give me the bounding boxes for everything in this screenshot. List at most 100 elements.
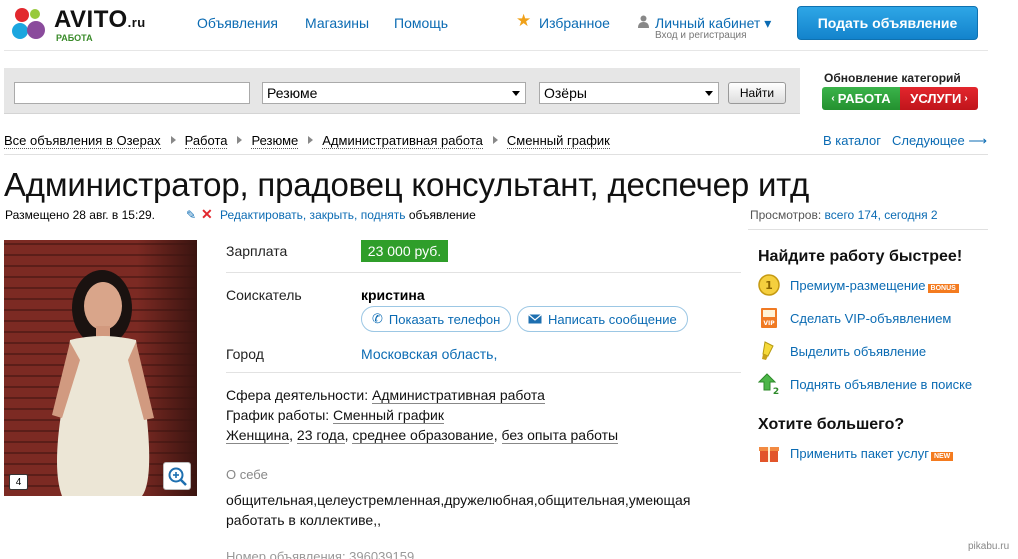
star-icon: ★ [516, 11, 532, 30]
breadcrumb-all-ads[interactable]: Все объявления в Озерах [4, 133, 161, 149]
salary-value: 23 000 руб. [361, 240, 448, 262]
vip-icon: VIP [761, 308, 777, 328]
pencil-icon: ✎ [186, 208, 197, 222]
zoom-button[interactable] [163, 462, 191, 490]
service-package-item[interactable]: Применить пакет услуг NEW [758, 442, 954, 464]
breadcrumb-admin-work[interactable]: Административная работа [322, 133, 483, 149]
city-link[interactable]: Московская область, [361, 346, 497, 362]
salary-label: Зарплата [226, 243, 288, 259]
nav-ads[interactable]: Объявления [197, 15, 278, 31]
breadcrumb-divider [4, 154, 988, 155]
new-badge: NEW [930, 451, 954, 461]
edit-suffix: объявление [408, 208, 476, 222]
gender-value[interactable]: Женщина [226, 427, 290, 444]
breadcrumb-arrow-icon [492, 136, 498, 144]
breadcrumb-arrow-icon [237, 136, 243, 144]
sphere-value[interactable]: Административная работа [371, 387, 545, 404]
service-package-link[interactable]: Применить пакет услуг [790, 446, 929, 461]
work-category-label: РАБОТА [837, 91, 891, 106]
svg-text:1: 1 [765, 279, 773, 292]
location-select[interactable]: Озёры [539, 82, 719, 104]
views-label: Просмотров: [750, 208, 822, 222]
ad-number: Номер объявления: 396039159 [226, 549, 415, 559]
category-select[interactable]: Резюме [262, 82, 526, 104]
dropdown-arrow-icon [512, 91, 520, 96]
user-icon [638, 15, 649, 28]
photo-count-badge[interactable]: 4 [9, 474, 28, 490]
vip-link[interactable]: Сделать VIP-объявлением [790, 311, 951, 326]
schedule-value[interactable]: Сменный график [333, 407, 444, 424]
views-counter: Просмотров: всего 174, сегодня 2 [750, 208, 938, 222]
dropdown-arrow-icon [705, 91, 713, 96]
person-photo-image [52, 270, 154, 496]
catalog-link[interactable]: В каталог [823, 133, 881, 148]
seeker-label: Соискатель [226, 287, 302, 303]
breadcrumb-shift-schedule[interactable]: Сменный график [506, 133, 610, 149]
education-value[interactable]: среднее образование [352, 427, 494, 444]
sphere-label: Сфера деятельности: [226, 387, 369, 403]
avito-logo[interactable]: AVITO.ru РАБОТА [10, 4, 180, 44]
login-register-link[interactable]: Вход и регистрация [655, 30, 747, 41]
posted-date: Размещено 28 авг. в 15:29. [5, 208, 155, 222]
nav-help[interactable]: Помощь [394, 15, 448, 31]
raise-item[interactable]: 2 Поднять объявление в поиске [758, 373, 972, 395]
breadcrumb-arrow-icon [170, 136, 176, 144]
profile-line: Женщина, 23 года, среднее образование, б… [226, 427, 619, 444]
city-label: Город [226, 346, 264, 362]
views-divider [748, 229, 988, 230]
details-divider [226, 272, 741, 273]
next-ad-link[interactable]: Следующее ⟶ [892, 133, 987, 149]
seeker-name: кристина [361, 287, 425, 303]
favorites-link[interactable]: Избранное [539, 15, 610, 31]
header-divider [4, 50, 988, 51]
find-button[interactable]: Найти [728, 82, 786, 104]
gift-box-icon [759, 447, 779, 462]
about-label: О себе [226, 467, 268, 482]
details-divider [226, 372, 741, 373]
vip-item[interactable]: VIP Сделать VIP-объявлением [758, 307, 951, 329]
premium-link[interactable]: Премиум-размещение [790, 278, 926, 293]
ad-photo[interactable] [4, 240, 197, 496]
highlight-link[interactable]: Выделить объявление [790, 344, 926, 359]
logo-balls-icon [12, 8, 45, 39]
breadcrumb-resume[interactable]: Резюме [251, 133, 299, 149]
age-value[interactable]: 23 года [296, 427, 345, 444]
show-phone-button[interactable]: ✆ Показать телефон [361, 306, 512, 332]
category-select-value: Резюме [267, 85, 318, 101]
experience-value[interactable]: без опыта работы [501, 427, 619, 444]
highlight-item[interactable]: Выделить объявление [758, 340, 926, 362]
views-value-link[interactable]: всего 174, сегодня 2 [825, 208, 938, 222]
search-bar: Резюме Озёры Найти [4, 68, 800, 114]
edit-ad-line: Редактировать, закрыть, поднять объявлен… [220, 208, 476, 222]
chevron-left-icon: ‹ [831, 93, 835, 104]
location-select-value: Озёры [544, 85, 587, 101]
nav-shops[interactable]: Магазины [305, 15, 369, 31]
logo-subtitle: РАБОТА [56, 33, 93, 43]
svg-text:VIP: VIP [763, 320, 775, 327]
premium-placement-item[interactable]: 1 Премиум-размещение BONUS [758, 274, 959, 296]
work-category-button[interactable]: ‹ РАБОТА [822, 87, 900, 110]
services-category-button[interactable]: УСЛУГИ › [900, 87, 978, 110]
watermark: pikabu.ru [968, 541, 1010, 552]
breadcrumb-work[interactable]: Работа [184, 133, 228, 149]
raise-link[interactable]: Поднять объявление в поиске [790, 377, 972, 392]
logo-text: AVITO.ru [54, 6, 146, 33]
phone-icon: ✆ [372, 311, 383, 326]
svg-text:2: 2 [773, 387, 779, 395]
write-message-button[interactable]: Написать сообщение [517, 306, 688, 332]
write-message-label: Написать сообщение [548, 311, 677, 327]
schedule-label: График работы: [226, 407, 330, 423]
post-ad-button[interactable]: Подать объявление [797, 6, 978, 40]
chevron-right-icon: › [964, 93, 968, 104]
schedule-line: График работы: Сменный график [226, 407, 444, 424]
sphere-line: Сфера деятельности: Административная раб… [226, 387, 545, 404]
close-icon: ✕ [201, 206, 213, 222]
find-faster-heading: Найдите работу быстрее! [758, 248, 963, 265]
envelope-icon [528, 314, 542, 324]
edit-close-raise-link[interactable]: Редактировать, закрыть, поднять [220, 208, 405, 222]
search-input[interactable] [14, 82, 250, 104]
breadcrumb-arrow-icon [308, 136, 314, 144]
highlighter-icon [762, 341, 774, 360]
zoom-in-icon [168, 467, 187, 486]
show-phone-label: Показать телефон [388, 311, 501, 327]
